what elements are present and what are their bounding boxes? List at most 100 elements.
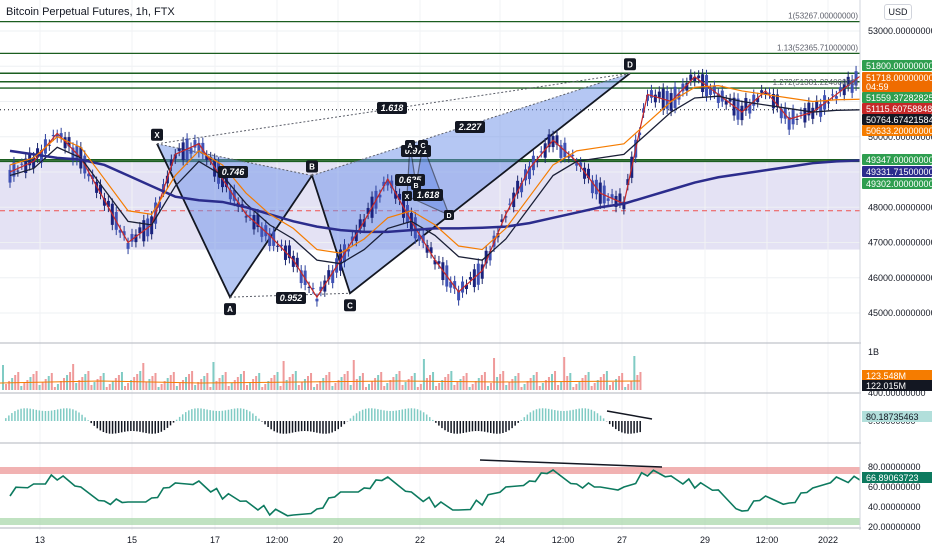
oscillator-bar xyxy=(111,421,114,434)
oscillator-bar xyxy=(242,408,245,421)
oscillator-bar xyxy=(44,410,47,421)
volume-axis-tick: 1B xyxy=(868,347,879,357)
oscillator-bar xyxy=(84,417,86,421)
fib-label: 1.272(51381.22400000) xyxy=(773,78,859,87)
inner-point-label: A xyxy=(407,143,412,150)
volume-bar xyxy=(453,385,456,390)
volume-bar xyxy=(5,384,8,390)
volume-bar xyxy=(557,385,560,390)
oscillator-bar xyxy=(599,415,602,421)
volume-bar xyxy=(242,371,245,390)
volume-bar xyxy=(520,387,523,390)
oscillator-bar xyxy=(151,421,153,434)
oscillator-bar xyxy=(627,421,629,434)
oscillator-bar xyxy=(511,421,513,429)
oscillator-bar xyxy=(20,408,22,421)
oscillator-bar xyxy=(349,418,352,421)
oscillator-bar xyxy=(160,421,163,432)
chart-canvas[interactable]: 53000.0000000052000.0000000051000.000000… xyxy=(0,0,932,550)
oscillator-bar xyxy=(422,412,425,421)
volume-bar xyxy=(29,377,32,390)
oscillator-bar xyxy=(389,410,391,421)
volume-bar xyxy=(511,379,514,390)
volume-bar xyxy=(422,359,425,390)
oscillator-bar xyxy=(453,421,455,434)
volume-bar xyxy=(188,374,191,390)
candle-body xyxy=(468,277,472,280)
oscillator-bar xyxy=(499,421,501,434)
volume-bar xyxy=(334,383,337,390)
oscillator-bar xyxy=(343,421,346,425)
volume-bar xyxy=(526,381,529,390)
oscillator-bar xyxy=(59,408,62,421)
candle-body xyxy=(795,118,799,120)
volume-bar xyxy=(608,385,611,390)
oscillator-bar xyxy=(130,421,132,432)
volume-bar xyxy=(462,376,465,390)
oscillator-bar xyxy=(285,421,288,434)
oscillator-bar xyxy=(398,410,400,421)
oscillator-bar xyxy=(72,409,74,421)
oscillator-bar xyxy=(53,410,56,421)
volume-bar xyxy=(450,371,453,390)
oscillator-bar xyxy=(514,421,516,426)
oscillator-bar xyxy=(593,411,596,421)
volume-bar xyxy=(212,362,215,390)
oscillator-bar xyxy=(486,421,489,433)
oscillator-bar xyxy=(395,410,397,421)
oscillator-bar xyxy=(303,421,306,432)
candle-body xyxy=(827,102,831,104)
candle-body xyxy=(276,245,280,247)
rsi-layer xyxy=(0,459,861,525)
oscillator-bar xyxy=(230,409,233,421)
fib-label: 1.13(52365.71000000) xyxy=(777,43,858,52)
oscillator-bar xyxy=(401,409,404,421)
volume-bar xyxy=(395,374,398,390)
candle-body xyxy=(32,157,36,169)
oscillator-bar xyxy=(581,408,583,421)
volume-bar xyxy=(307,376,309,390)
currency-button[interactable]: USD xyxy=(884,4,912,20)
oscillator-bar xyxy=(477,421,480,432)
oscillator-bar xyxy=(139,421,141,432)
volume-bar xyxy=(538,386,541,390)
oscillator-bar xyxy=(505,421,507,432)
oscillator-bar xyxy=(276,421,278,433)
volume-bar xyxy=(124,386,126,390)
oscillator-bar xyxy=(35,409,38,421)
oscillator-bar xyxy=(175,419,178,421)
volume-bar xyxy=(593,383,596,390)
oscillator-bar xyxy=(224,410,227,421)
oscillator-bar xyxy=(444,421,446,431)
volume-bar xyxy=(252,379,255,390)
volume-bar xyxy=(75,383,78,390)
oscillator-bar xyxy=(8,415,10,421)
price-label-text: 04:59 xyxy=(866,82,889,92)
oscillator-bar xyxy=(87,420,89,421)
oscillator-bar xyxy=(502,421,504,434)
volume-bar xyxy=(288,377,291,390)
volume-bar xyxy=(35,371,38,390)
volume-bar xyxy=(185,377,187,390)
rsi-axis-tick: 40.00000000 xyxy=(868,502,921,512)
oscillator-bar xyxy=(636,421,638,433)
oscillator-bar xyxy=(297,421,300,432)
ratio-text: 0.952 xyxy=(280,293,303,303)
oscillator-bar xyxy=(450,421,452,434)
inner-point-label: C xyxy=(420,143,425,150)
oscillator-bar xyxy=(547,408,550,421)
oscillator-bar xyxy=(264,421,266,425)
volume-bar xyxy=(523,384,526,390)
volume-bar xyxy=(572,387,575,390)
ratio-text: 2.227 xyxy=(458,122,483,132)
oscillator-bar xyxy=(313,421,315,433)
oscillator-bar xyxy=(438,421,440,426)
volume-bar xyxy=(404,382,407,390)
volume-bar xyxy=(270,378,273,390)
oscillator-bar xyxy=(93,421,95,426)
oscillator-bar xyxy=(78,412,80,421)
fib-label: 1(53267.00000000) xyxy=(788,12,858,21)
volume-bar xyxy=(535,372,538,390)
oscillator-bar xyxy=(148,421,150,434)
oscillator-bar xyxy=(337,421,339,430)
